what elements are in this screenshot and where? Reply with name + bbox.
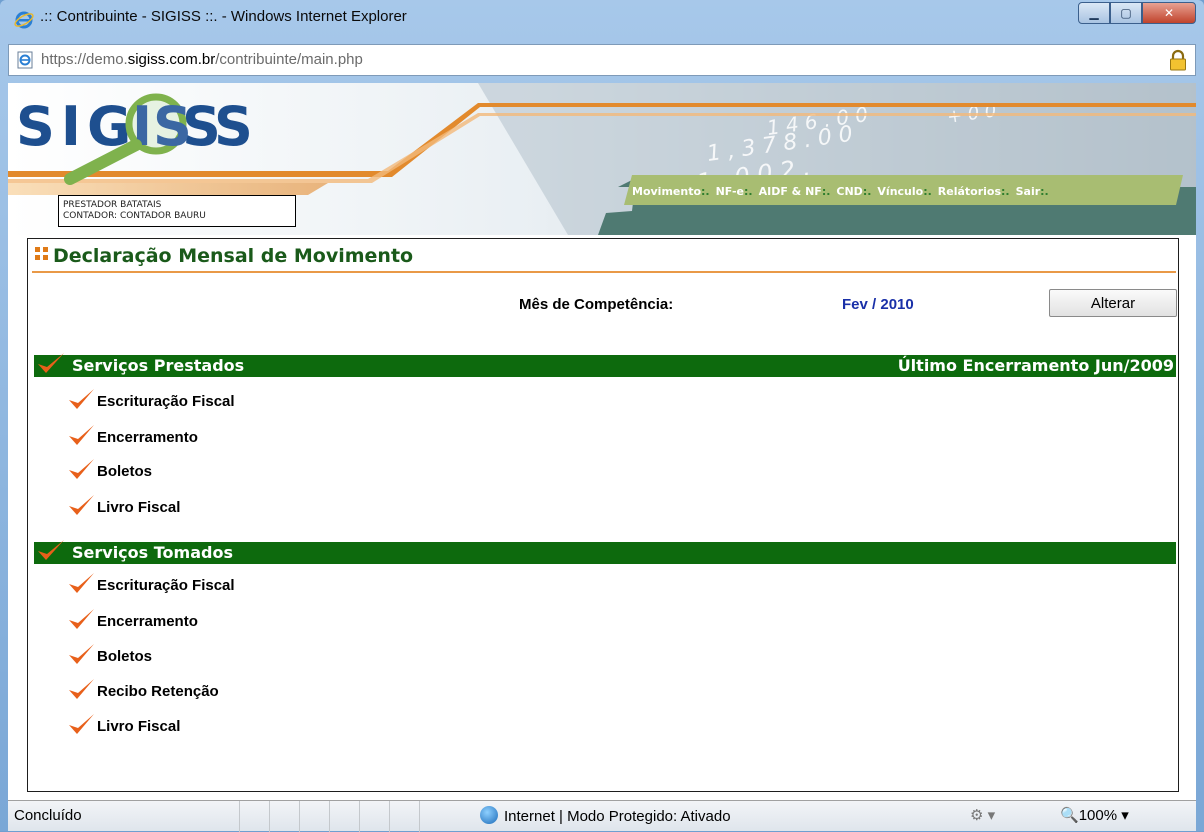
check-icon [69, 573, 94, 593]
status-cell [269, 801, 299, 832]
nav-separator: :. [923, 184, 932, 198]
security-zone[interactable]: Internet | Modo Protegido: Ativado [480, 806, 731, 825]
section-servicos-tomados: Serviços Tomados [34, 540, 1176, 564]
check-icon [69, 609, 94, 629]
page-icon [17, 51, 33, 69]
bullet-dots-icon [35, 247, 49, 261]
nav-separator: :. [701, 184, 710, 198]
nav-aidf-nf[interactable]: AIDF & NF [759, 185, 822, 198]
contador-name: CONTADOR: CONTADOR BAURU [63, 211, 206, 221]
section-title: Serviços Prestados [72, 356, 245, 375]
competencia-label: Mês de Competência: [519, 296, 674, 313]
check-icon [38, 353, 64, 373]
nav-separator: :. [744, 184, 753, 198]
section-title: Serviços Tomados [72, 543, 233, 562]
svg-text:S: S [153, 95, 192, 158]
status-cells [239, 801, 449, 832]
competencia-value: Fev / 2010 [842, 296, 914, 313]
nav-movimento[interactable]: Movimento [632, 185, 701, 198]
zoom-level: 100% [1078, 807, 1118, 824]
ultimo-encerramento: Último Encerramento Jun/2009 [897, 356, 1174, 375]
check-icon [69, 495, 94, 515]
nav-relatorios[interactable]: Relátorios [938, 185, 1001, 198]
browser-window: .:: Contribuinte - SIGISS ::. - Windows … [0, 0, 1204, 832]
security-zone-text: Internet | Modo Protegido: Ativado [504, 808, 731, 825]
section-servicos-prestados: Serviços Prestados Último Encerramento J… [34, 353, 1176, 377]
window-title: .:: Contribuinte - SIGISS ::. - Windows … [40, 8, 407, 25]
maximize-icon: ▢ [1120, 6, 1132, 20]
nav-sair[interactable]: Sair [1016, 185, 1041, 198]
internet-explorer-icon [14, 11, 34, 29]
status-cell [359, 801, 389, 832]
title-bar: .:: Contribuinte - SIGISS ::. - Windows … [0, 0, 1204, 42]
minimize-button[interactable]: ▁ [1078, 2, 1110, 24]
window-controls: ▁ ▢ ✕ [1078, 2, 1196, 24]
nav-vinculo[interactable]: Vínculo [877, 185, 923, 198]
globe-icon [480, 806, 498, 824]
status-text: Concluído [14, 807, 82, 824]
status-cell [329, 801, 359, 832]
check-icon [69, 679, 94, 699]
nav-separator: :. [1040, 184, 1049, 198]
item-label: Encerramento [97, 429, 198, 446]
check-icon [69, 459, 94, 479]
alterar-button[interactable]: Alterar [1049, 289, 1177, 317]
nav-cnd[interactable]: CND [836, 185, 862, 198]
nav-separator: :. [862, 184, 872, 198]
nav-nfe[interactable]: NF-e [716, 185, 744, 198]
lock-icon[interactable] [1169, 49, 1187, 71]
check-icon [69, 644, 94, 664]
check-icon [69, 425, 94, 445]
url-path: /contribuinte/main.php [215, 51, 363, 68]
page-title: Declaração Mensal de Movimento [35, 245, 413, 267]
nav-separator: :. [821, 184, 831, 198]
item-label: Recibo Retenção [97, 683, 219, 700]
svg-text:S: S [214, 95, 253, 158]
address-url: https://demo.sigiss.com.br/contribuinte/… [41, 51, 363, 68]
prestador-name: PRESTADOR BATATAIS [63, 200, 162, 210]
address-bar[interactable]: https://demo.sigiss.com.br/contribuinte/… [8, 44, 1196, 76]
status-bar: Concluído Internet | Modo Protegido: Ati… [8, 800, 1196, 832]
status-cell [389, 801, 419, 832]
site-header: 1 4 6 . 0 0 1 , 3 7 8 . 0 0 1 , 0 0 2 . … [8, 83, 1196, 235]
item-label: Escrituração Fiscal [97, 577, 235, 594]
main-nav: Movimento:. NF-e:. AIDF & NF:. CND:. Vín… [632, 178, 1055, 204]
chevron-down-icon: ▾ [1121, 807, 1129, 824]
item-label: Livro Fiscal [97, 499, 181, 516]
url-prefix: https://demo. [41, 51, 128, 68]
check-icon [38, 540, 64, 560]
user-info-box: PRESTADOR BATATAIS CONTADOR: CONTADOR BA… [58, 195, 296, 227]
item-label: Escrituração Fiscal [97, 393, 235, 410]
page-viewport: 1 4 6 . 0 0 1 , 3 7 8 . 0 0 1 , 0 0 2 . … [8, 83, 1196, 800]
title-divider [32, 271, 1176, 273]
zoom-icon: 🔍 [1060, 807, 1079, 824]
nav-separator: :. [1001, 184, 1010, 198]
close-button[interactable]: ✕ [1142, 2, 1196, 24]
item-label: Livro Fiscal [97, 718, 181, 735]
check-icon [69, 389, 94, 409]
content-panel: Declaração Mensal de Movimento Mês de Co… [27, 238, 1179, 792]
status-cell [299, 801, 329, 832]
close-icon: ✕ [1163, 6, 1175, 20]
protected-mode-icon[interactable]: ⚙ ▾ [970, 806, 995, 824]
item-label: Encerramento [97, 613, 198, 630]
check-icon [69, 714, 94, 734]
status-cell [239, 801, 269, 832]
item-label: Boletos [97, 648, 153, 665]
status-cell [419, 801, 449, 832]
zoom-control[interactable]: 🔍100% ▾ [1060, 806, 1129, 824]
maximize-button[interactable]: ▢ [1110, 2, 1142, 24]
page-title-text: Declaração Mensal de Movimento [53, 245, 414, 267]
item-label: Boletos [97, 463, 153, 480]
minimize-icon: ▁ [1089, 6, 1099, 20]
url-domain: sigiss.com.br [127, 51, 216, 68]
